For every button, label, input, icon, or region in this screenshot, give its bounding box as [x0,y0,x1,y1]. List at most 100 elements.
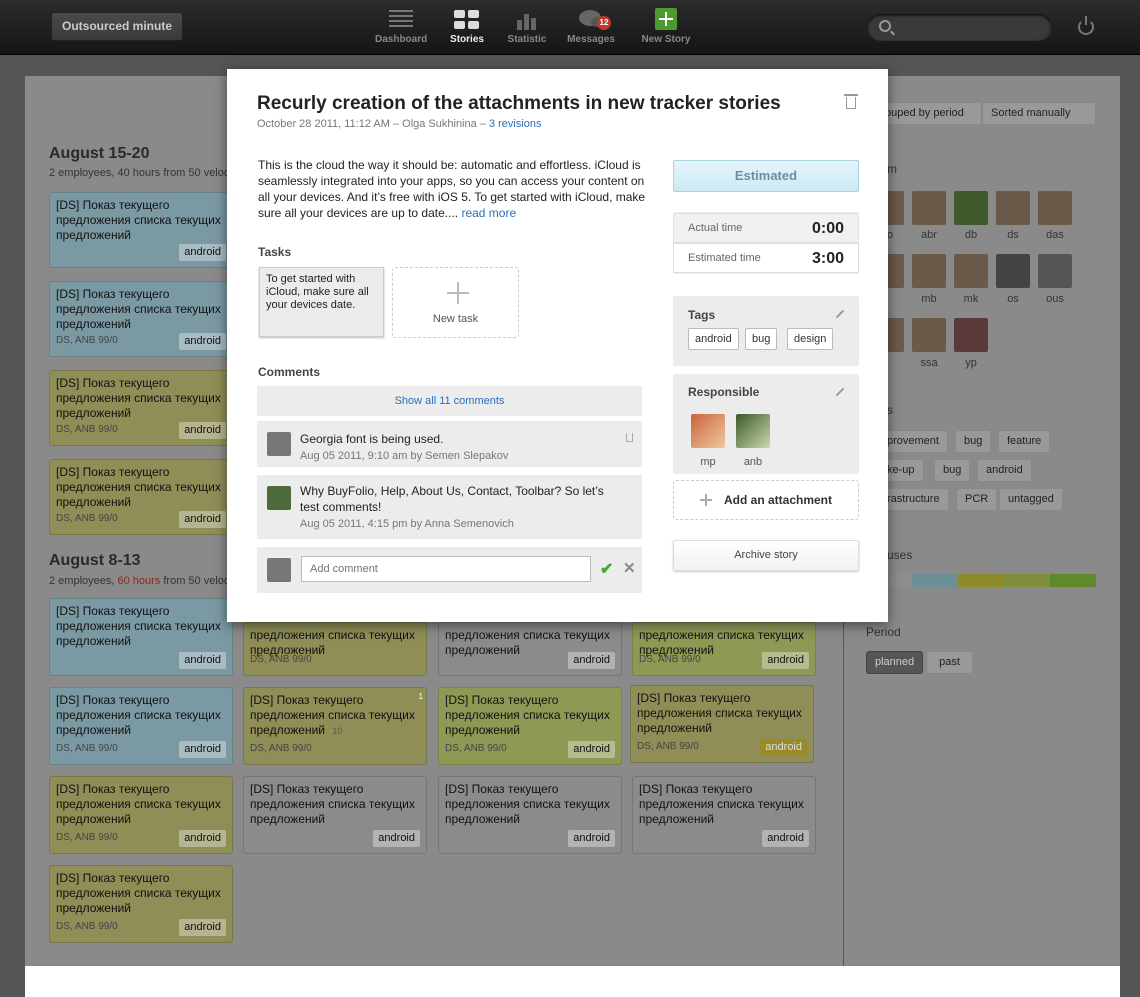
logout-icon[interactable] [1078,16,1094,35]
filter-tag[interactable]: PCR [956,488,998,511]
story-card-tag: android [179,741,226,758]
story-card-tag: android [179,830,226,847]
cancel-comment-icon[interactable]: ✕ [623,559,636,577]
filter-tag[interactable]: feature [998,430,1051,453]
avatar[interactable] [1038,191,1072,225]
group-title: August 8-13 [49,552,141,569]
archive-story-button[interactable]: Archive story [673,540,859,571]
avatar[interactable] [912,191,946,225]
status-segment[interactable] [1050,574,1096,587]
tag-chip[interactable]: design [787,328,834,350]
story-card-tag: android [179,652,226,669]
tag-chip[interactable]: bug [745,328,778,350]
new-story-icon [640,8,692,30]
nav-messages[interactable]: 12 Messages [566,8,616,45]
story-card-meta: DS, ANB 99/0 [445,743,507,754]
story-card[interactable]: предложения списка текущих предложений a… [438,622,622,676]
statistic-icon [505,8,549,30]
filter-tag[interactable]: provement [878,430,948,453]
story-card-tag: android [179,511,226,528]
avatar[interactable] [954,191,988,225]
story-card[interactable]: [DS] Показ текущего предложения списка т… [438,776,622,854]
revisions-link[interactable]: 3 revisions [489,118,542,130]
avatar[interactable] [691,414,725,448]
avatar[interactable] [996,254,1030,288]
story-card-tag: android [762,830,809,847]
filter-tag[interactable]: android [977,459,1032,482]
status-segment[interactable] [912,574,958,587]
story-card-tag: android [373,830,420,847]
period-past-button[interactable]: past [926,651,973,674]
add-comment-input[interactable] [301,556,591,582]
story-card[interactable]: [DS] Показ текущего предложения списка т… [49,687,233,765]
search-input[interactable] [867,14,1052,41]
filter-tag[interactable]: bug [955,430,992,453]
avatar[interactable] [996,191,1030,225]
add-attachment-button[interactable]: Add an attachment [673,480,859,520]
avatar[interactable] [954,254,988,288]
period-planned-button[interactable]: planned [866,651,924,674]
story-card-title: [DS] Показ текущего предложения списка т… [56,604,221,648]
story-card-meta: DS, ANB 99/0 [56,743,118,754]
project-switcher-button[interactable]: Outsourced minute [51,12,183,41]
story-card-meta: DS, ANB 99/0 [56,335,118,346]
story-card[interactable]: [DS] Показ текущего предложения списка т… [632,776,816,854]
nav-statistic[interactable]: Statistic [505,8,549,45]
avatar[interactable] [912,318,946,352]
nav-stories[interactable]: Stories [447,8,487,45]
responsible-box: Responsible mp anb [673,374,859,474]
avatar[interactable] [954,318,988,352]
filter-tag[interactable]: bug [934,459,971,482]
avatar-label: mb [921,293,937,305]
task-card[interactable]: To get started with iCloud, make sure al… [259,267,384,337]
status-filter-bar[interactable] [866,574,1096,587]
actual-time-label: Actual time [688,222,743,234]
comment-meta: Aug 05 2011, 9:10 am by Semen Slepakov [300,450,509,462]
avatar[interactable] [736,414,770,448]
story-card[interactable]: [DS] Показ текущего предложения списка т… [49,281,233,357]
avatar[interactable] [1038,254,1072,288]
story-card-title: [DS] Показ текущего предложения списка т… [445,782,610,826]
submit-comment-icon[interactable]: ✔ [600,559,613,579]
status-segment[interactable] [958,574,1004,587]
trash-icon[interactable] [844,94,858,109]
sort-manual-button[interactable]: Sorted manually [982,102,1096,125]
story-card-tag: android [762,652,809,669]
new-task-button[interactable]: New task [392,267,519,338]
nav-new-story[interactable]: New Story [640,8,692,45]
edit-responsible-icon[interactable] [835,387,845,397]
sort-grouped-button[interactable]: ouped by period [876,102,982,125]
story-card[interactable]: [DS] Показ текущего предложения списка т… [243,687,427,765]
delete-comment-icon[interactable] [626,433,633,442]
story-card[interactable]: [DS] Показ текущего предложения списка т… [49,776,233,854]
filter-tag[interactable]: untagged [999,488,1063,511]
story-card[interactable]: предложения списка текущих предложений D… [632,622,816,676]
estimated-time-row[interactable]: Estimated time 3:00 [673,243,859,273]
status-segment[interactable] [1004,574,1050,587]
story-modal: Recurly creation of the attachments in n… [227,69,888,622]
read-more-link[interactable]: read more [461,206,516,220]
story-card[interactable]: [DS] Показ текущего предложения списка т… [243,776,427,854]
avatar[interactable] [912,254,946,288]
show-all-comments-link[interactable]: Show all 11 comments [257,386,642,416]
story-card[interactable]: [DS] Показ текущего предложения списка т… [49,370,233,446]
story-card[interactable]: предложения списка текущих предложений D… [243,622,427,676]
messages-badge: 12 [597,16,611,30]
stories-icon [447,8,487,30]
group-subtitle: 2 employees, 60 hours from 50 veloc [49,575,230,587]
story-card[interactable]: [DS] Показ текущего предложения списка т… [49,459,233,535]
tag-chip[interactable]: android [688,328,739,350]
story-card[interactable]: [DS] Показ текущего предложения списка т… [49,598,233,676]
status-button[interactable]: Estimated [673,160,859,192]
story-card[interactable]: [DS] Показ текущего предложения списка т… [49,865,233,943]
filter-tag[interactable]: rastructure [878,488,949,511]
story-card-tag: android [179,244,226,261]
nav-dashboard[interactable]: Dashboard [375,8,427,45]
edit-tags-icon[interactable] [835,309,845,319]
avatar-label: os [1007,293,1019,305]
story-card[interactable]: [DS] Показ текущего предложения списка т… [630,685,814,763]
story-card[interactable]: [DS] Показ текущего предложения списка т… [438,687,622,765]
story-card[interactable]: [DS] Показ текущего предложения списка т… [49,192,233,268]
avatar-label: yp [965,357,977,369]
tasks-heading: Tasks [258,245,292,259]
